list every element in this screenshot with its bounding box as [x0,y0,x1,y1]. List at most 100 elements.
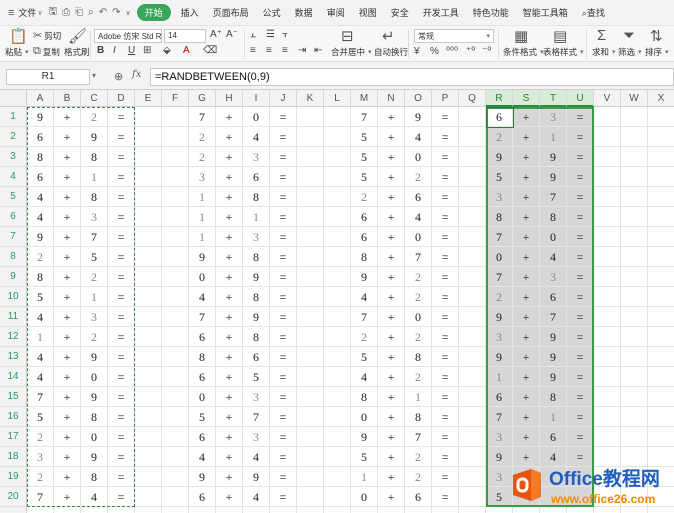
cell-u11[interactable]: = [567,307,594,327]
cell-l16[interactable] [324,407,351,427]
cell-d3[interactable]: = [108,147,135,167]
cell-l15[interactable] [324,387,351,407]
wrap-text-icon[interactable]: ↵ [382,27,395,45]
row-header[interactable]: 15 [0,387,27,407]
cell-l9[interactable] [324,267,351,287]
cell-u12[interactable]: = [567,327,594,347]
cell-s5[interactable]: + [513,187,540,207]
cell-b14[interactable]: + [54,367,81,387]
row-header[interactable]: 13 [0,347,27,367]
cell-n17[interactable]: + [378,427,405,447]
cell-x9[interactable] [648,267,674,287]
column-header-m[interactable]: M [351,90,378,107]
cell-o12[interactable]: 2 [405,327,432,347]
cell-h17[interactable]: + [216,427,243,447]
row-header[interactable]: 17 [0,427,27,447]
cell-q12[interactable] [459,327,486,347]
cell-g9[interactable]: 0 [189,267,216,287]
cell-g3[interactable]: 2 [189,147,216,167]
column-header-l[interactable]: L [324,90,351,107]
row-header[interactable]: 2 [0,127,27,147]
cell-v3[interactable] [594,147,621,167]
cell-i11[interactable]: 9 [243,307,270,327]
cell-f14[interactable] [162,367,189,387]
sum-button[interactable]: 求和 ▾ [592,46,616,58]
cell-d17[interactable]: = [108,427,135,447]
cell-j2[interactable]: = [270,127,297,147]
cell-o18[interactable]: 2 [405,447,432,467]
cell-m1[interactable]: 7 [351,107,378,127]
cell-b12[interactable]: + [54,327,81,347]
conditional-format-button[interactable]: 条件格式 ▾ [503,46,544,58]
cell-s7[interactable]: + [513,227,540,247]
cell-j19[interactable]: = [270,467,297,487]
cell-i18[interactable]: 4 [243,447,270,467]
cell-c19[interactable]: 8 [81,467,108,487]
cell-o13[interactable]: 8 [405,347,432,367]
row-header[interactable]: 19 [0,467,27,487]
cell-j8[interactable]: = [270,247,297,267]
paste-icon[interactable]: 📋 [9,27,28,45]
cell-i7[interactable]: 3 [243,227,270,247]
cell-c7[interactable]: 7 [81,227,108,247]
cell-k17[interactable] [297,427,324,447]
cell-r2[interactable]: 2 [486,127,513,147]
cell-v15[interactable] [594,387,621,407]
merge-center-button[interactable]: 合并居中 ▾ [331,46,372,58]
cell-x2[interactable] [648,127,674,147]
cell-b18[interactable]: + [54,447,81,467]
cell-l8[interactable] [324,247,351,267]
row-header[interactable]: 8 [0,247,27,267]
cell-f13[interactable] [162,347,189,367]
cell-p20[interactable]: = [432,487,459,507]
tab-smart-toolbox[interactable]: 智能工具箱 [516,6,575,19]
cell-j13[interactable]: = [270,347,297,367]
cell-q4[interactable] [459,167,486,187]
row-header[interactable]: 12 [0,327,27,347]
cell-n19[interactable]: + [378,467,405,487]
column-header-x[interactable]: X [648,90,674,107]
cell-c9[interactable]: 2 [81,267,108,287]
tab-data[interactable]: 数据 [288,6,320,19]
cell-t8[interactable]: 4 [540,247,567,267]
cell-u13[interactable]: = [567,347,594,367]
cell-r8[interactable]: 0 [486,247,513,267]
align-right-button[interactable]: ≡ [282,45,288,56]
cell-g2[interactable]: 2 [189,127,216,147]
cell-m5[interactable]: 2 [351,187,378,207]
tab-view[interactable]: 视图 [352,6,384,19]
row-header[interactable]: 4 [0,167,27,187]
cell-e14[interactable] [135,367,162,387]
cell-v13[interactable] [594,347,621,367]
file-menu[interactable]: ≡ 文件 ∨ [0,6,47,19]
align-middle-button[interactable]: ☰ [266,29,275,40]
cell-v4[interactable] [594,167,621,187]
cell-v17[interactable] [594,427,621,447]
cell-d8[interactable]: = [108,247,135,267]
cell-l4[interactable] [324,167,351,187]
cell-q6[interactable] [459,207,486,227]
border-button[interactable]: ⊞ [143,45,151,56]
cell-m6[interactable]: 6 [351,207,378,227]
cell-r4[interactable]: 5 [486,167,513,187]
increase-decimal-button[interactable]: ⁺⁰ [466,46,475,57]
cell-f21[interactable] [162,507,189,513]
cell-h8[interactable]: + [216,247,243,267]
cell-k5[interactable] [297,187,324,207]
cell-o9[interactable]: 2 [405,267,432,287]
cell-l18[interactable] [324,447,351,467]
cell-d21[interactable] [108,507,135,513]
cell-t16[interactable]: 1 [540,407,567,427]
cell-d5[interactable]: = [108,187,135,207]
cell-e12[interactable] [135,327,162,347]
cell-m20[interactable]: 0 [351,487,378,507]
cell-x7[interactable] [648,227,674,247]
cell-w12[interactable] [621,327,648,347]
column-header-p[interactable]: P [432,90,459,107]
cell-t4[interactable]: 9 [540,167,567,187]
cell-p9[interactable]: = [432,267,459,287]
cell-g6[interactable]: 1 [189,207,216,227]
column-header-u[interactable]: U [567,90,594,107]
cell-m18[interactable]: 5 [351,447,378,467]
column-header-g[interactable]: G [189,90,216,107]
